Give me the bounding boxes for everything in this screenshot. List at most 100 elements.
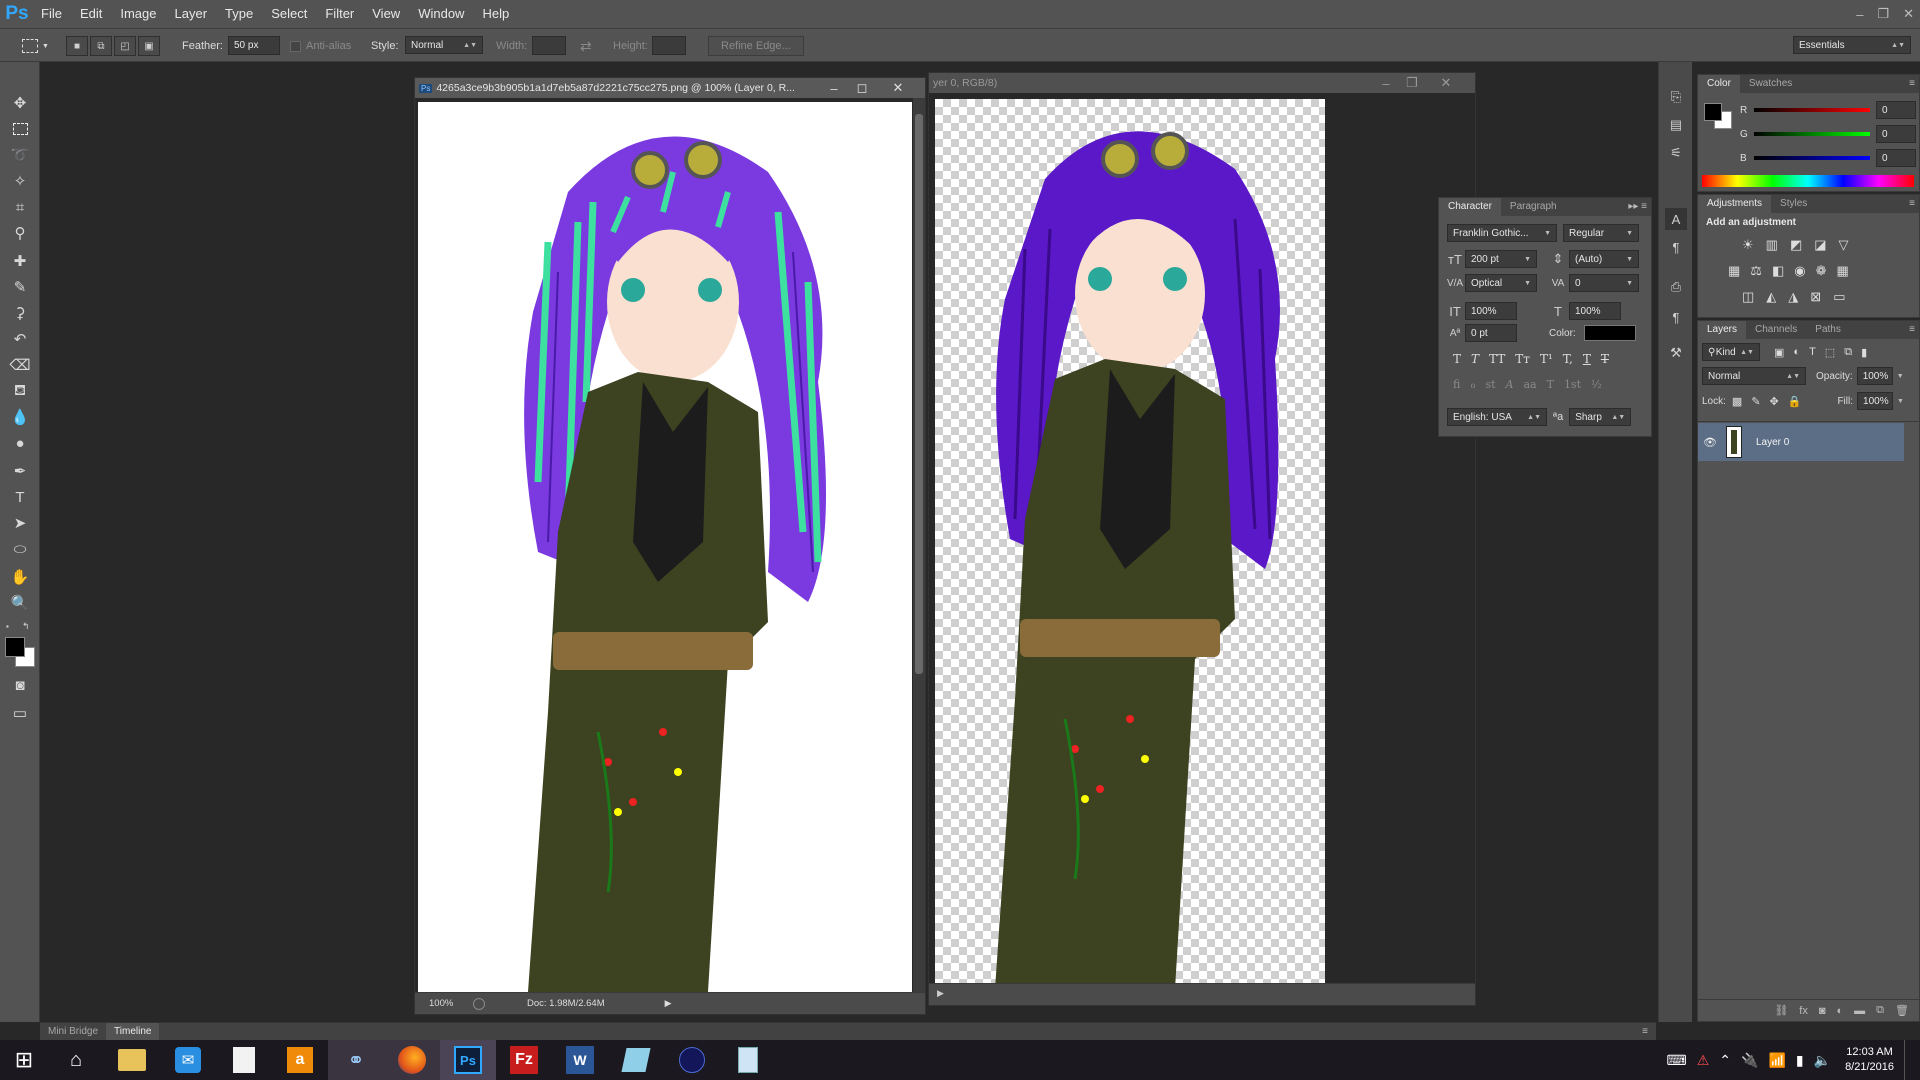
transparent-canvas[interactable]	[935, 99, 1325, 989]
pen-tool-icon[interactable]: ✒	[8, 460, 32, 482]
menu-image[interactable]: Image	[111, 0, 165, 28]
b-input[interactable]: 0	[1876, 149, 1916, 167]
panel-menu-icon[interactable]: ≡	[1909, 78, 1915, 89]
stylistic-alternates-button[interactable]: A	[1506, 378, 1514, 391]
horizontal-scale-field[interactable]: 100%	[1569, 302, 1621, 320]
menu-help[interactable]: Help	[473, 0, 518, 28]
history-brush-tool-icon[interactable]: ↶	[8, 328, 32, 350]
status-info-icon[interactable]	[473, 997, 485, 1010]
crop-tool-icon[interactable]: ⌗	[8, 196, 32, 218]
refine-edge-button[interactable]: Refine Edge...	[708, 36, 804, 56]
delete-layer-icon[interactable]: 🗑	[1895, 1004, 1909, 1017]
amazon-icon[interactable]: a	[272, 1040, 328, 1080]
link-layers-icon[interactable]: ⛓	[1774, 1004, 1788, 1017]
brightness-icon[interactable]: ☀	[1742, 237, 1754, 253]
g-slider[interactable]	[1754, 132, 1870, 136]
swap-colors-icon[interactable]: ↰	[22, 621, 30, 632]
tab-character[interactable]: Character	[1439, 198, 1501, 216]
restore-button[interactable]: ❐	[1877, 6, 1889, 22]
close-button[interactable]: ✕	[1903, 6, 1914, 22]
adjustment-filter-icon[interactable]: ◐	[1793, 346, 1800, 359]
color-balance-icon[interactable]: ⚖	[1750, 263, 1762, 279]
mail-icon[interactable]: ✉	[160, 1040, 216, 1080]
workspace-dropdown[interactable]: Essentials ▲▼	[1793, 36, 1911, 54]
small-caps-button[interactable]: Tт	[1515, 352, 1530, 366]
lasso-tool-icon[interactable]: ➰	[8, 144, 32, 166]
alert-icon[interactable]: ⚠	[1697, 1052, 1710, 1069]
r-slider[interactable]	[1754, 108, 1870, 112]
threshold-icon[interactable]: ◮	[1788, 289, 1798, 305]
text-color-swatch[interactable]	[1583, 325, 1636, 341]
swash-button[interactable]: st	[1485, 378, 1495, 391]
media-app-icon[interactable]	[664, 1040, 720, 1080]
minimize-icon[interactable]: –	[1373, 73, 1399, 93]
restore-icon[interactable]: ❐	[1399, 73, 1425, 93]
menu-filter[interactable]: Filter	[316, 0, 363, 28]
tab-swatches[interactable]: Swatches	[1740, 75, 1801, 93]
chevron-down-icon[interactable]: ▼	[1897, 398, 1904, 405]
minimize-icon[interactable]: –	[821, 78, 847, 98]
lock-transparency-icon[interactable]: ▩	[1732, 395, 1742, 408]
new-layer-icon[interactable]: ⧉	[1876, 1004, 1884, 1017]
type-tool-icon[interactable]: T	[8, 486, 32, 508]
superscript-button[interactable]: T¹	[1540, 352, 1553, 366]
character-styles-icon[interactable]: ⎙	[1665, 276, 1687, 298]
menu-layer[interactable]: Layer	[166, 0, 217, 28]
kerning-dropdown[interactable]: Optical ▼	[1465, 274, 1537, 292]
font-size-field[interactable]: 200 pt ▼	[1465, 250, 1537, 268]
exposure-icon[interactable]: ◪	[1814, 237, 1826, 253]
status-menu-arrow-icon[interactable]: ▶	[665, 998, 672, 1009]
blend-mode-dropdown[interactable]: Normal ▲▼	[1702, 367, 1806, 385]
network-icon[interactable]: 📶	[1768, 1052, 1785, 1069]
show-desktop-button[interactable]	[1904, 1040, 1910, 1080]
faux-italic-button[interactable]: T	[1471, 352, 1479, 366]
photoshop-taskbar-icon[interactable]: Ps	[440, 1040, 496, 1080]
history-panel-icon[interactable]: ⎘	[1665, 86, 1687, 108]
tab-styles[interactable]: Styles	[1771, 195, 1816, 213]
panel-menu-icon[interactable]: ▸▸ ≡	[1628, 201, 1647, 212]
old-style-button[interactable]: ℴ	[1470, 378, 1475, 391]
white-canvas[interactable]	[418, 102, 912, 992]
panel-menu-icon[interactable]: ≡	[1642, 1026, 1648, 1037]
marquee-preset-icon[interactable]: ▼	[22, 36, 49, 56]
new-selection-icon[interactable]: ■	[66, 36, 88, 56]
lock-all-icon[interactable]: 🔒	[1788, 395, 1802, 408]
healing-brush-tool-icon[interactable]: ✚	[8, 250, 32, 272]
gradient-map-icon[interactable]: ▭	[1833, 289, 1845, 305]
brush-settings-icon[interactable]: ⚟	[1665, 142, 1687, 164]
default-colors-icon[interactable]: ▪	[6, 622, 16, 631]
tab-channels[interactable]: Channels	[1746, 321, 1806, 339]
chevron-down-icon[interactable]: ▼	[1897, 373, 1904, 380]
antialias-dropdown[interactable]: Sharp ▲▼	[1569, 408, 1632, 426]
zoom-level[interactable]: 100%	[429, 998, 469, 1009]
panel-menu-icon[interactable]: ≡	[1909, 198, 1915, 209]
color-lookup-icon[interactable]: ▦	[1837, 263, 1849, 279]
menu-edit[interactable]: Edit	[71, 0, 111, 28]
keyboard-icon[interactable]: ⌨	[1667, 1052, 1687, 1069]
windows-start-icon[interactable]: ⊞	[0, 1040, 48, 1080]
leading-field[interactable]: (Auto) ▼	[1569, 250, 1639, 268]
move-tool-icon[interactable]: ✥	[8, 92, 32, 114]
fill-input[interactable]: 100%	[1857, 392, 1894, 410]
tab-paragraph[interactable]: Paragraph	[1501, 198, 1566, 216]
ordinals-button[interactable]: 1st	[1564, 378, 1581, 391]
black-white-icon[interactable]: ◧	[1772, 263, 1784, 279]
home-icon[interactable]: ⌂	[48, 1040, 104, 1080]
photo-filter-icon[interactable]: ◉	[1794, 263, 1805, 279]
baseline-shift-field[interactable]: 0 pt	[1465, 324, 1517, 342]
character-panel-icon[interactable]: A	[1665, 208, 1687, 230]
battery-icon[interactable]: ▮	[1796, 1052, 1804, 1069]
fractions-button[interactable]: ½	[1591, 378, 1602, 391]
menu-type[interactable]: Type	[216, 0, 262, 28]
layer-filter-dropdown[interactable]: ⚲ Kind ▲▼	[1702, 343, 1760, 361]
eraser-tool-icon[interactable]: ⌫	[8, 354, 32, 376]
properties-panel-icon[interactable]: ▤	[1665, 114, 1687, 136]
subscript-button[interactable]: T,	[1563, 352, 1573, 366]
all-caps-button[interactable]: TT	[1489, 352, 1505, 366]
width-input[interactable]	[532, 36, 566, 55]
levels-icon[interactable]: ▥	[1766, 237, 1778, 253]
shape-filter-icon[interactable]: ⬚	[1825, 346, 1835, 359]
invert-icon[interactable]: ◫	[1742, 289, 1754, 305]
notepad-app-icon[interactable]	[608, 1040, 664, 1080]
font-family-dropdown[interactable]: Franklin Gothic... ▼	[1447, 224, 1557, 242]
